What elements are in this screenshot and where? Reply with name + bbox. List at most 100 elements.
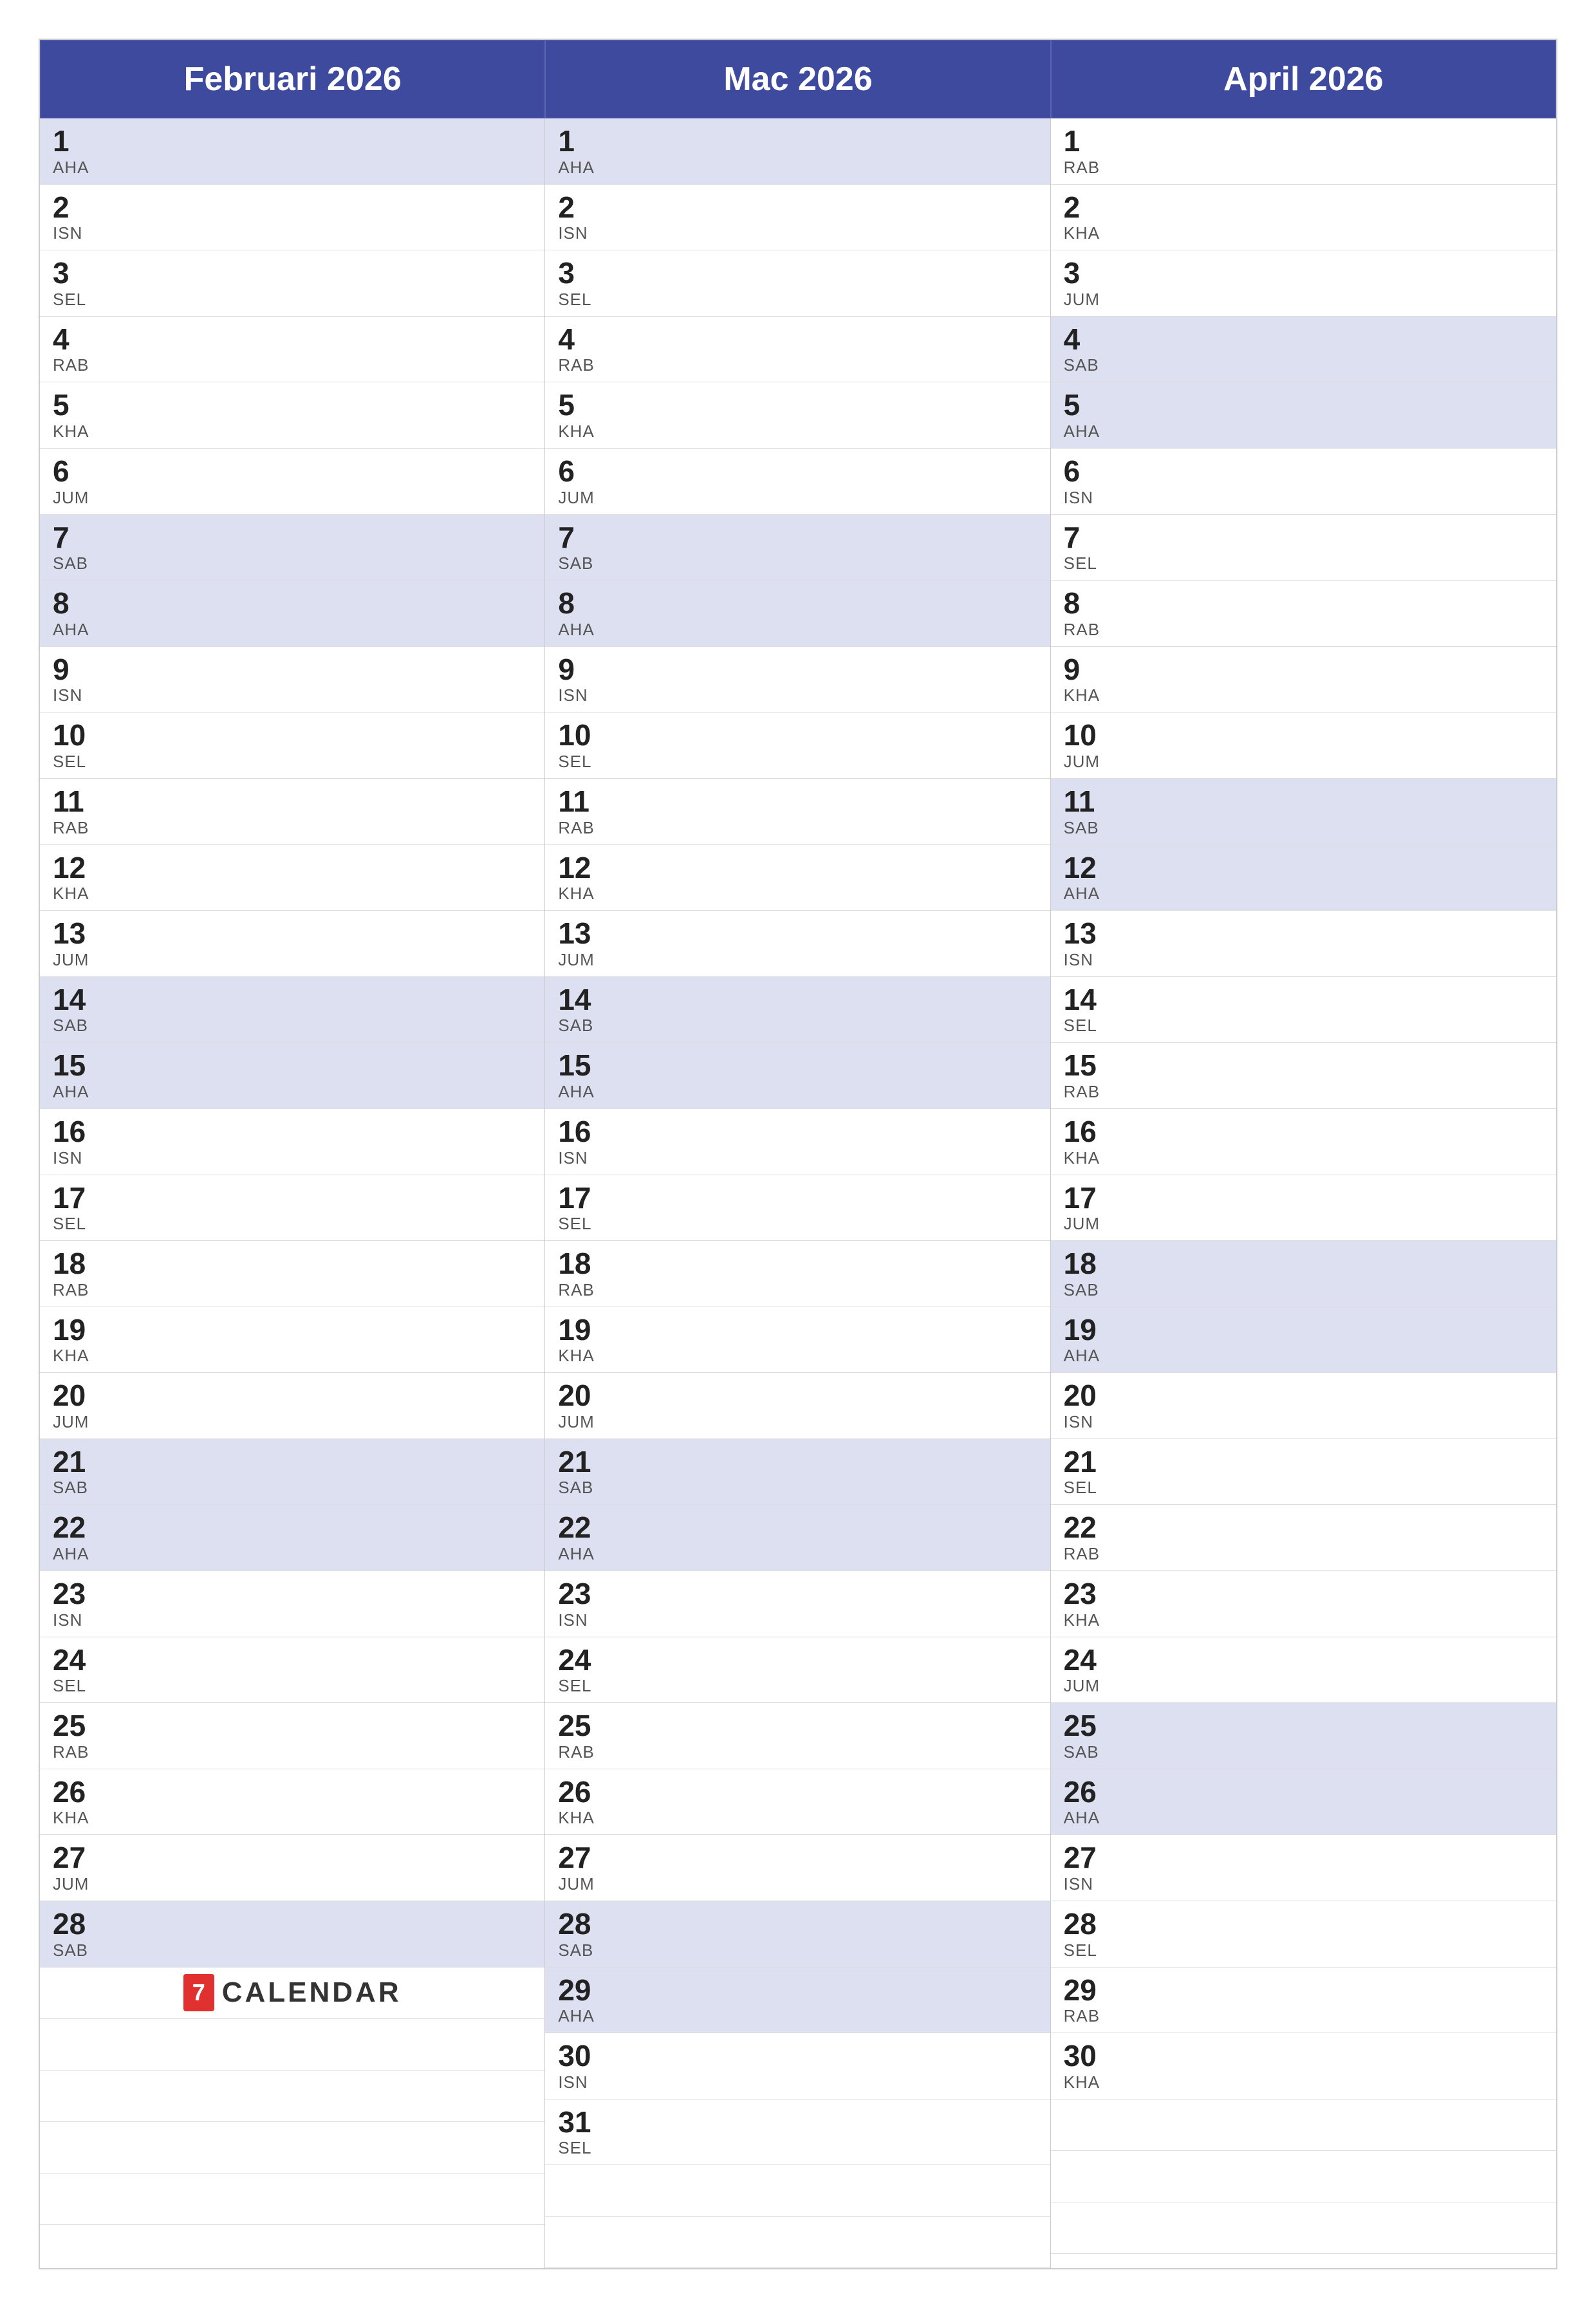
day-cell: 9ISN xyxy=(545,647,1050,713)
day-column-0: 1AHA2ISN3SEL4RAB5KHA6JUM7SAB8AHA9ISN10SE… xyxy=(40,118,545,2268)
day-cell: 29RAB xyxy=(1051,1968,1556,2034)
day-name: SEL xyxy=(1064,1016,1543,1036)
day-name: ISN xyxy=(1064,950,1543,970)
day-number: 17 xyxy=(558,1182,1037,1214)
day-name: RAB xyxy=(558,1280,1037,1300)
day-number: 14 xyxy=(558,983,1037,1016)
day-cell: 15AHA xyxy=(545,1043,1050,1109)
day-number: 12 xyxy=(1064,852,1543,884)
day-number: 9 xyxy=(53,653,532,686)
day-name: SAB xyxy=(1064,1280,1543,1300)
day-cell: 25SAB xyxy=(1051,1703,1556,1769)
day-cell: 12AHA xyxy=(1051,845,1556,911)
day-name: RAB xyxy=(53,818,532,838)
day-number: 19 xyxy=(558,1314,1037,1346)
day-cell: 26KHA xyxy=(545,1769,1050,1836)
day-number: 24 xyxy=(1064,1644,1543,1677)
day-number: 17 xyxy=(1064,1182,1543,1214)
day-number: 4 xyxy=(53,323,532,356)
day-number: 25 xyxy=(558,1709,1037,1742)
day-number: 18 xyxy=(1064,1247,1543,1280)
day-name: AHA xyxy=(558,1082,1037,1102)
day-cell: 14SAB xyxy=(545,977,1050,1043)
day-cell: 23KHA xyxy=(1051,1571,1556,1637)
day-name: SEL xyxy=(53,1676,532,1696)
day-number: 29 xyxy=(558,1974,1037,2007)
day-cell: 5KHA xyxy=(545,382,1050,449)
day-name: SAB xyxy=(53,1478,532,1498)
day-cell: 22AHA xyxy=(40,1505,544,1571)
day-name: KHA xyxy=(1064,1148,1543,1168)
day-cell: 25RAB xyxy=(40,1703,544,1769)
month-header-mac: Mac 2026 xyxy=(545,40,1050,118)
day-cell: 13JUM xyxy=(545,911,1050,977)
day-cell: 27ISN xyxy=(1051,1835,1556,1901)
day-number: 17 xyxy=(53,1182,532,1214)
day-name: JUM xyxy=(558,1874,1037,1894)
day-number: 26 xyxy=(1064,1776,1543,1809)
day-cell: 25RAB xyxy=(545,1703,1050,1769)
day-number: 1 xyxy=(558,125,1037,158)
day-name: RAB xyxy=(53,1280,532,1300)
day-name: RAB xyxy=(1064,158,1543,178)
day-number: 7 xyxy=(1064,521,1543,554)
day-cell: 20ISN xyxy=(1051,1373,1556,1439)
day-cell: 21SAB xyxy=(40,1439,544,1505)
day-number: 21 xyxy=(1064,1446,1543,1478)
day-number: 24 xyxy=(53,1644,532,1677)
day-cell: 4SAB xyxy=(1051,317,1556,383)
day-name: SAB xyxy=(558,1478,1037,1498)
day-number: 22 xyxy=(53,1511,532,1544)
day-cell: 28SAB xyxy=(40,1901,544,1968)
day-name: ISN xyxy=(558,1610,1037,1630)
day-number: 21 xyxy=(53,1446,532,1478)
day-number: 16 xyxy=(558,1115,1037,1148)
day-number: 19 xyxy=(1064,1314,1543,1346)
day-name: JUM xyxy=(53,1412,532,1432)
day-number: 25 xyxy=(53,1709,532,1742)
day-number: 6 xyxy=(53,455,532,488)
day-name: RAB xyxy=(558,818,1037,838)
day-cell: 28SAB xyxy=(545,1901,1050,1968)
day-name: KHA xyxy=(53,1808,532,1828)
logo-cell: 7 CALENDAR xyxy=(40,1968,544,2019)
day-cell: 29AHA xyxy=(545,1968,1050,2034)
day-name: JUM xyxy=(558,488,1037,508)
day-number: 8 xyxy=(53,587,532,620)
day-number: 5 xyxy=(53,389,532,422)
day-number: 15 xyxy=(53,1049,532,1082)
day-cell: 21SAB xyxy=(545,1439,1050,1505)
logo-number: 7 xyxy=(192,1979,205,2006)
day-name: JUM xyxy=(1064,1214,1543,1234)
empty-cell xyxy=(40,2122,544,2173)
day-cell: 6JUM xyxy=(40,449,544,515)
day-name: SEL xyxy=(1064,554,1543,573)
calendar-container: Februari 2026 Mac 2026 April 2026 1AHA2I… xyxy=(39,39,1557,2269)
day-name: KHA xyxy=(1064,685,1543,705)
day-cell: 20JUM xyxy=(40,1373,544,1439)
day-cell: 8RAB xyxy=(1051,581,1556,647)
day-cell: 18RAB xyxy=(40,1241,544,1307)
day-name: SAB xyxy=(1064,818,1543,838)
day-name: AHA xyxy=(53,1544,532,1564)
day-cell: 12KHA xyxy=(545,845,1050,911)
day-number: 3 xyxy=(558,257,1037,290)
day-name: ISN xyxy=(53,1148,532,1168)
day-cell: 20JUM xyxy=(545,1373,1050,1439)
day-number: 18 xyxy=(558,1247,1037,1280)
day-column-1: 1AHA2ISN3SEL4RAB5KHA6JUM7SAB8AHA9ISN10SE… xyxy=(545,118,1050,2268)
day-cell: 6ISN xyxy=(1051,449,1556,515)
day-cell: 15RAB xyxy=(1051,1043,1556,1109)
day-number: 18 xyxy=(53,1247,532,1280)
day-name: ISN xyxy=(53,223,532,243)
day-name: RAB xyxy=(1064,2006,1543,2026)
day-number: 12 xyxy=(558,852,1037,884)
day-number: 3 xyxy=(1064,257,1543,290)
day-name: ISN xyxy=(1064,1412,1543,1432)
day-name: RAB xyxy=(53,1742,532,1762)
day-number: 10 xyxy=(1064,719,1543,752)
day-name: RAB xyxy=(558,1742,1037,1762)
empty-cell xyxy=(545,2217,1050,2268)
day-name: ISN xyxy=(558,1148,1037,1168)
day-number: 30 xyxy=(1064,2040,1543,2072)
